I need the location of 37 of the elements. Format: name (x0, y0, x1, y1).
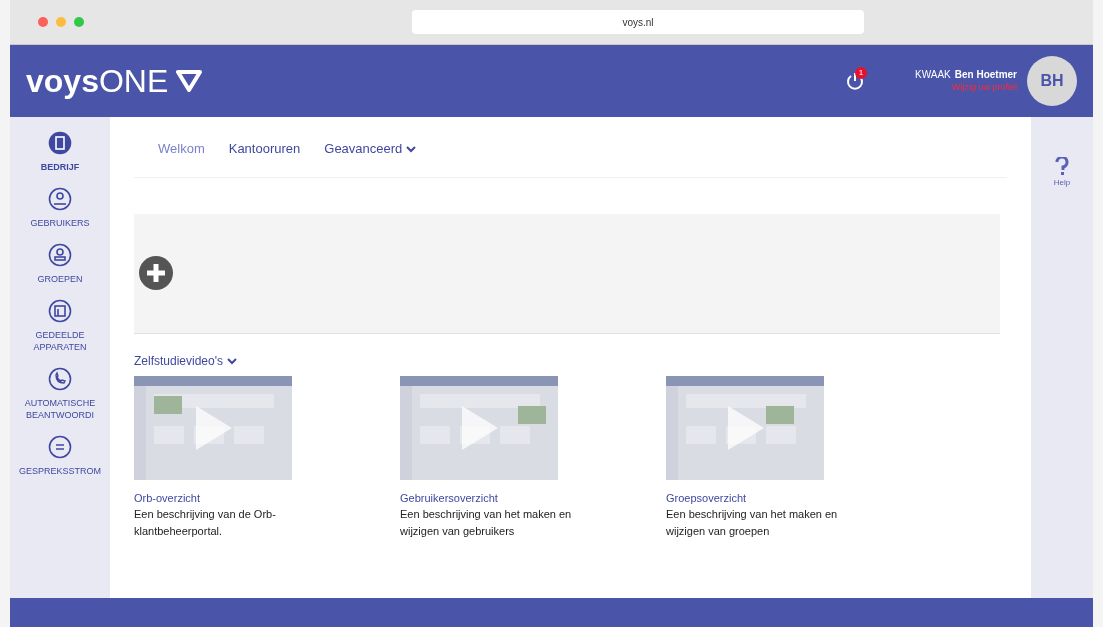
building-icon (48, 131, 72, 155)
avatar[interactable]: BH (1027, 56, 1077, 106)
logo[interactable]: voysONE (26, 57, 203, 105)
play-icon[interactable] (462, 405, 498, 450)
flow-icon (48, 435, 72, 459)
phone-icon (48, 367, 72, 391)
sidebar-item[interactable]: GROEPEN (10, 243, 110, 285)
video-title[interactable]: Groepsoverzicht (666, 489, 866, 506)
sidebar-item[interactable]: GESPREKSSTROM (10, 435, 110, 477)
video-description: Een beschrijving van het maken en wijzigen van groepen (666, 507, 839, 539)
video-description: Een beschrijving van het maken en wijzigen van gebruikers (400, 507, 573, 539)
sidebar-item[interactable]: GEDEELDE APPARATEN (10, 299, 110, 353)
sidebar-item[interactable]: AUTOMATISCHE BEANTWOORDI (10, 367, 110, 421)
user-icon (48, 187, 72, 211)
question-icon (1055, 157, 1069, 177)
notification-badge: 1 (855, 67, 867, 79)
video-title[interactable]: Gebruikersoverzicht (400, 489, 600, 506)
user-name: Ben Hoetmer (954, 69, 1017, 82)
video-description: Een beschrijving van de Orb-klantbeheerportal. (134, 507, 277, 539)
tab[interactable]: Geavanceerd (324, 139, 417, 163)
tab[interactable]: Kantooruren (228, 139, 301, 163)
video-title[interactable]: Orb-overzicht (134, 489, 334, 506)
videos-toggle[interactable]: Zelfstudievideo's (134, 351, 237, 370)
device-icon (48, 299, 72, 323)
chevron-down-icon (227, 356, 237, 365)
power-icon[interactable] (845, 71, 865, 91)
company-name: KWAAK (915, 69, 951, 82)
sidebar-item[interactable]: GEBRUIKERS (10, 187, 110, 229)
help-button[interactable]: Help (1053, 157, 1071, 189)
triangle-icon (176, 70, 203, 92)
url-text[interactable]: voys.nl (622, 14, 654, 30)
sidebar-item[interactable]: BEDRIJF (10, 131, 110, 173)
play-icon[interactable] (728, 405, 764, 450)
group-icon (48, 243, 72, 267)
tab[interactable]: Welkom (158, 139, 205, 163)
play-icon[interactable] (196, 405, 232, 450)
add-icon[interactable] (138, 255, 174, 291)
